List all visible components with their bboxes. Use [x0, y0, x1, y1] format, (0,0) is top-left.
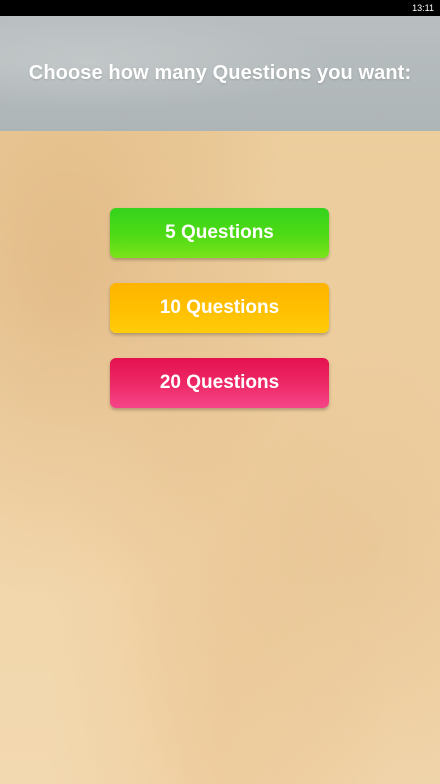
- status-bar: 13:11: [0, 0, 440, 16]
- header: Choose how many Questions you want:: [0, 16, 440, 131]
- twenty-questions-button[interactable]: 20 Questions: [110, 358, 329, 408]
- ten-questions-button[interactable]: 10 Questions: [110, 283, 329, 333]
- five-questions-button[interactable]: 5 Questions: [110, 208, 329, 258]
- status-time: 13:11: [412, 3, 434, 13]
- page-title: Choose how many Questions you want:: [28, 62, 412, 84]
